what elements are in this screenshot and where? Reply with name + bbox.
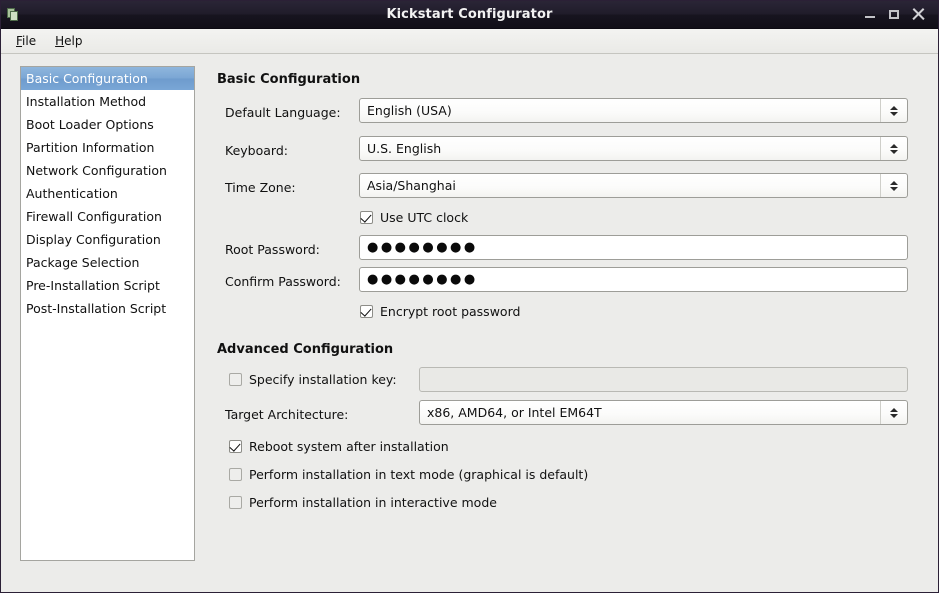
advanced-configuration-heading: Advanced Configuration [217, 342, 393, 357]
keyboard-value: U.S. English [360, 141, 441, 156]
encrypt-root-password-checkbox[interactable]: Encrypt root password [360, 304, 520, 319]
root-password-field[interactable]: ●●●●●●●● [359, 235, 908, 260]
chevron-updown-icon[interactable] [880, 174, 907, 197]
window-title: Kickstart Configurator [1, 7, 938, 22]
chevron-updown-icon[interactable] [880, 137, 907, 160]
checkbox-icon-checked[interactable] [360, 211, 373, 224]
encrypt-root-password-label: Encrypt root password [380, 304, 520, 319]
menu-help-rest: elp [64, 34, 82, 48]
default-language-select[interactable]: English (USA) [359, 98, 908, 123]
window-controls [864, 8, 932, 21]
target-architecture-label: Target Architecture: [225, 407, 348, 422]
default-language-label: Default Language: [225, 105, 341, 120]
chevron-updown-icon[interactable] [880, 99, 907, 122]
checkbox-icon-checked[interactable] [360, 305, 373, 318]
sidebar-item-post-installation-script[interactable]: Post-Installation Script [21, 297, 194, 320]
sidebar-item-display-configuration[interactable]: Display Configuration [21, 228, 194, 251]
sidebar-item-basic-configuration[interactable]: Basic Configuration [21, 67, 194, 90]
reboot-after-installation-checkbox[interactable]: Reboot system after installation [229, 439, 449, 454]
specify-installation-key-label: Specify installation key: [249, 372, 397, 387]
sidebar-item-pre-installation-script[interactable]: Pre-Installation Script [21, 274, 194, 297]
keyboard-select[interactable]: U.S. English [359, 136, 908, 161]
settings-panel: Basic Configuration Default Language: En… [216, 54, 928, 592]
checkbox-icon-checked[interactable] [229, 440, 242, 453]
menu-item-help[interactable]: Help [47, 32, 90, 50]
chevron-updown-icon[interactable] [880, 401, 907, 424]
basic-configuration-heading: Basic Configuration [217, 72, 360, 87]
reboot-after-installation-label: Reboot system after installation [249, 439, 449, 454]
sidebar-item-network-configuration[interactable]: Network Configuration [21, 159, 194, 182]
default-language-value: English (USA) [360, 103, 452, 118]
sidebar-item-package-selection[interactable]: Package Selection [21, 251, 194, 274]
close-icon[interactable] [912, 8, 925, 21]
time-zone-label: Time Zone: [225, 180, 296, 195]
checkbox-icon-unchecked[interactable] [229, 496, 242, 509]
menu-file-rest: ile [22, 34, 36, 48]
keyboard-label: Keyboard: [225, 143, 288, 158]
sidebar-item-installation-method[interactable]: Installation Method [21, 90, 194, 113]
target-architecture-value: x86, AMD64, or Intel EM64T [420, 405, 602, 420]
interactive-mode-installation-checkbox[interactable]: Perform installation in interactive mode [229, 495, 497, 510]
kickstart-configurator-window: Kickstart Configurator File Help Basic C… [0, 0, 939, 593]
navigation-sidebar: Basic Configuration Installation Method … [20, 66, 195, 561]
text-mode-installation-label: Perform installation in text mode (graph… [249, 467, 588, 482]
sidebar-item-firewall-configuration[interactable]: Firewall Configuration [21, 205, 194, 228]
root-password-label: Root Password: [225, 242, 320, 257]
minimize-icon[interactable] [864, 8, 877, 21]
confirm-password-field[interactable]: ●●●●●●●● [359, 267, 908, 292]
menu-bar: File Help [1, 29, 938, 54]
pages-icon [6, 7, 22, 23]
sidebar-item-partition-information[interactable]: Partition Information [21, 136, 194, 159]
target-architecture-select[interactable]: x86, AMD64, or Intel EM64T [419, 400, 908, 425]
root-password-value: ●●●●●●●● [367, 241, 478, 254]
sidebar-item-boot-loader-options[interactable]: Boot Loader Options [21, 113, 194, 136]
specify-installation-key-checkbox[interactable]: Specify installation key: [229, 372, 397, 387]
title-bar: Kickstart Configurator [1, 1, 938, 29]
confirm-password-value: ●●●●●●●● [367, 273, 478, 286]
use-utc-clock-label: Use UTC clock [380, 210, 468, 225]
menu-item-file[interactable]: File [8, 32, 44, 50]
content-area: Basic Configuration Installation Method … [1, 54, 938, 592]
checkbox-icon-unchecked[interactable] [229, 468, 242, 481]
use-utc-clock-checkbox[interactable]: Use UTC clock [360, 210, 468, 225]
sidebar-item-authentication[interactable]: Authentication [21, 182, 194, 205]
checkbox-icon-unchecked[interactable] [229, 373, 242, 386]
maximize-icon[interactable] [888, 8, 901, 21]
menu-help-mnemonic: H [55, 34, 64, 48]
text-mode-installation-checkbox[interactable]: Perform installation in text mode (graph… [229, 467, 588, 482]
time-zone-value: Asia/Shanghai [360, 178, 456, 193]
confirm-password-label: Confirm Password: [225, 274, 341, 289]
interactive-mode-installation-label: Perform installation in interactive mode [249, 495, 497, 510]
time-zone-select[interactable]: Asia/Shanghai [359, 173, 908, 198]
installation-key-field[interactable] [419, 367, 908, 392]
